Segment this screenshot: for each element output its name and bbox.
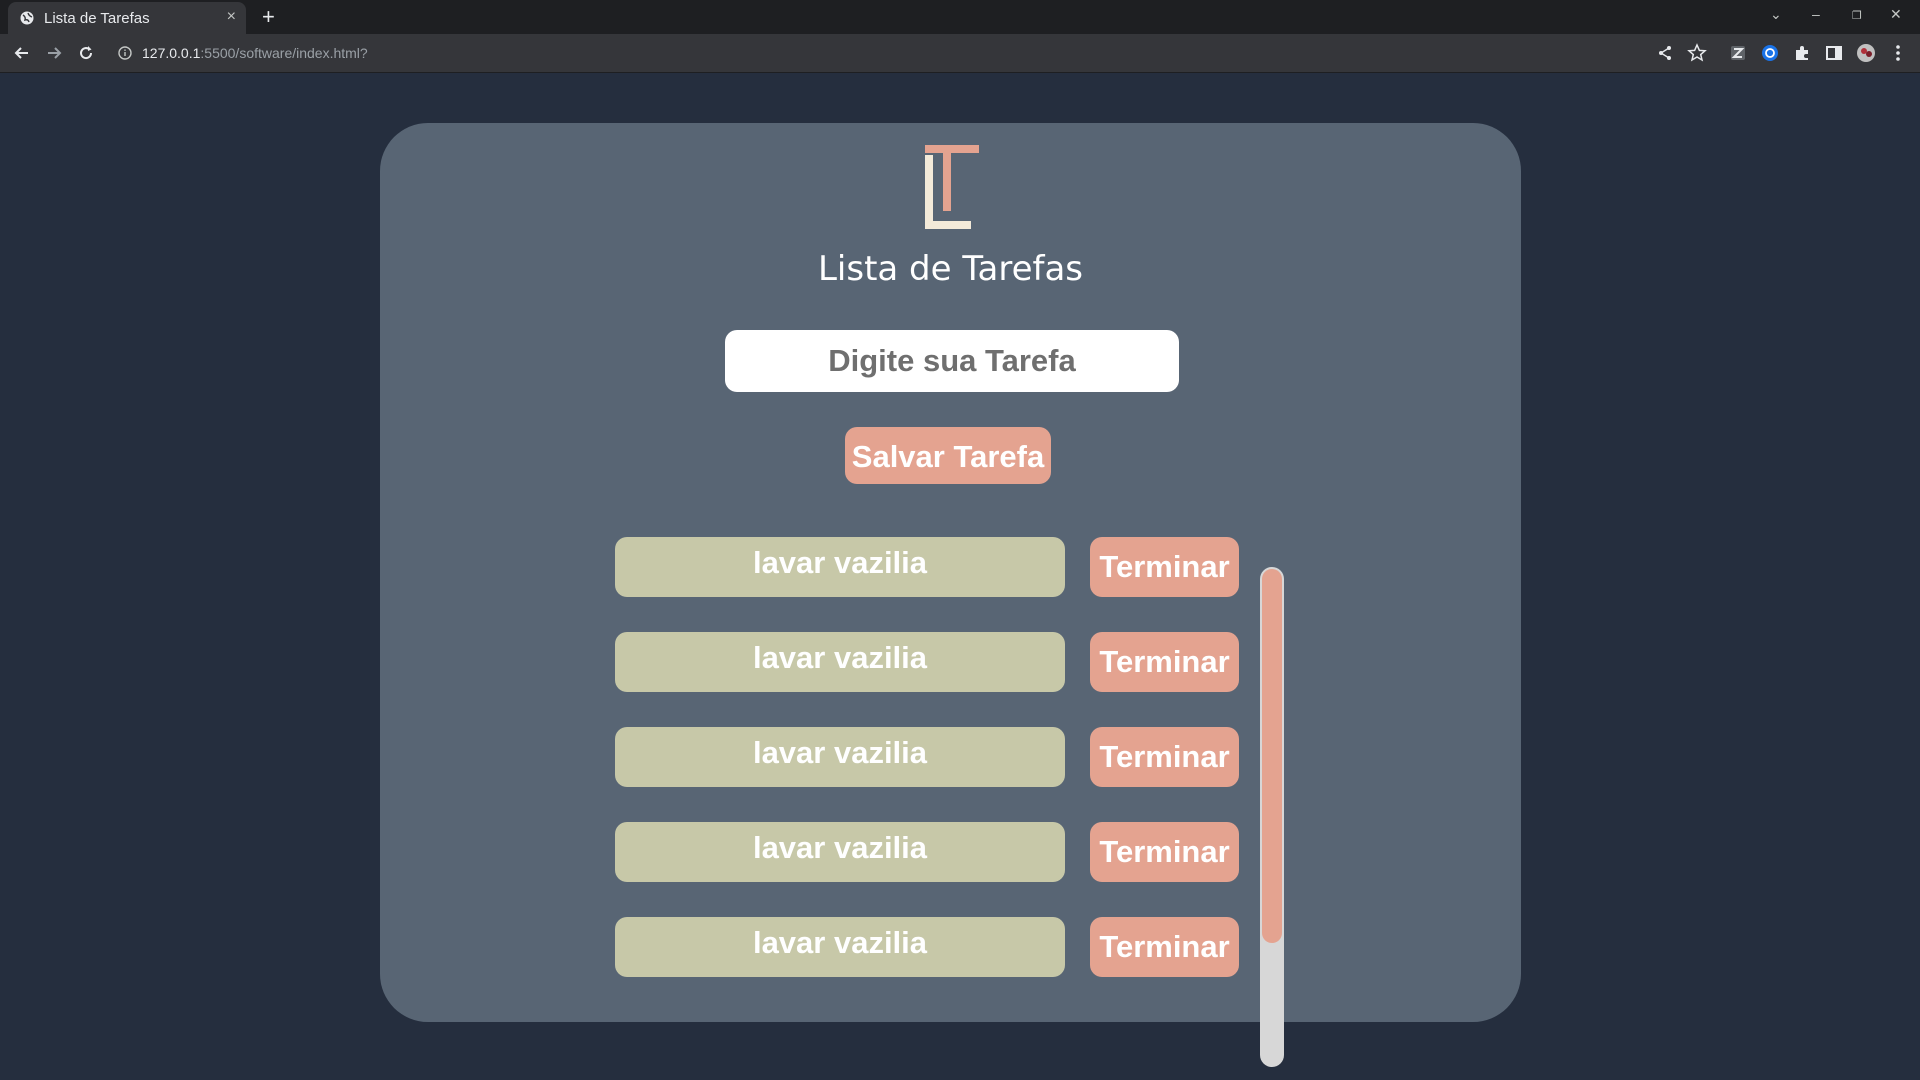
task-input[interactable] <box>725 330 1179 392</box>
task-text: lavar vazilia <box>615 727 1065 787</box>
more-menu-icon[interactable] <box>1888 43 1908 63</box>
url-text: 127.0.0.1:5500/software/index.html? <box>142 45 368 61</box>
browser-toolbar: 127.0.0.1:5500/software/index.html? <box>0 34 1920 73</box>
scrollbar-thumb[interactable] <box>1262 569 1282 943</box>
finish-task-button[interactable]: Terminar <box>1090 822 1239 882</box>
star-icon[interactable] <box>1687 43 1707 63</box>
task-row: lavar vazilia Terminar <box>615 537 1255 597</box>
puzzle-icon[interactable] <box>1792 43 1812 63</box>
finish-task-button[interactable]: Terminar <box>1090 917 1239 977</box>
save-task-button[interactable]: Salvar Tarefa <box>845 427 1051 484</box>
task-list-scrollbar[interactable] <box>1260 567 1284 1067</box>
globe-icon <box>20 11 34 25</box>
forward-arrow-icon[interactable] <box>44 43 64 63</box>
profile-avatar-icon[interactable] <box>1856 43 1876 63</box>
task-list: lavar vazilia Terminar lavar vazilia Ter… <box>615 537 1255 1017</box>
reload-icon[interactable] <box>76 43 96 63</box>
task-text: lavar vazilia <box>615 632 1065 692</box>
extension-icon[interactable] <box>1728 43 1748 63</box>
info-icon[interactable] <box>118 46 132 60</box>
task-row: lavar vazilia Terminar <box>615 632 1255 692</box>
task-text: lavar vazilia <box>615 537 1065 597</box>
task-row: lavar vazilia Terminar <box>615 727 1255 787</box>
finish-task-button[interactable]: Terminar <box>1090 537 1239 597</box>
task-row: lavar vazilia Terminar <box>615 917 1255 977</box>
restore-icon[interactable]: ❐ <box>1852 9 1862 22</box>
page-title: Lista de Tarefas <box>817 249 1084 289</box>
task-text: lavar vazilia <box>615 917 1065 977</box>
sidepanel-icon[interactable] <box>1824 43 1844 63</box>
url-path: :5500/software/index.html? <box>200 45 368 61</box>
close-icon[interactable]: × <box>227 8 236 26</box>
url-host: 127.0.0.1 <box>142 45 201 61</box>
page-viewport: Lista de Tarefas Salvar Tarefa lavar vaz… <box>0 73 1920 1080</box>
window-close-icon[interactable]: ✕ <box>1890 6 1902 23</box>
browser-tab[interactable]: Lista de Tarefas × <box>8 2 246 34</box>
extension-blue-icon[interactable] <box>1760 43 1780 63</box>
finish-task-button[interactable]: Terminar <box>1090 632 1239 692</box>
share-icon[interactable] <box>1655 43 1675 63</box>
task-text: lavar vazilia <box>615 822 1065 882</box>
minimize-icon[interactable]: – <box>1812 6 1820 22</box>
task-row: lavar vazilia Terminar <box>615 822 1255 882</box>
chevron-down-icon[interactable]: ⌄ <box>1770 6 1782 23</box>
todo-card: Lista de Tarefas Salvar Tarefa lavar vaz… <box>380 123 1521 1067</box>
finish-task-button[interactable]: Terminar <box>1090 727 1239 787</box>
app-logo-icon <box>925 145 979 229</box>
address-bar[interactable]: 127.0.0.1:5500/software/index.html? <box>110 38 1660 68</box>
browser-tab-strip: Lista de Tarefas × + ⌄ – ❐ ✕ <box>0 0 1920 34</box>
tab-title: Lista de Tarefas <box>44 10 150 27</box>
plus-icon[interactable]: + <box>262 4 275 30</box>
back-arrow-icon[interactable] <box>12 43 32 63</box>
